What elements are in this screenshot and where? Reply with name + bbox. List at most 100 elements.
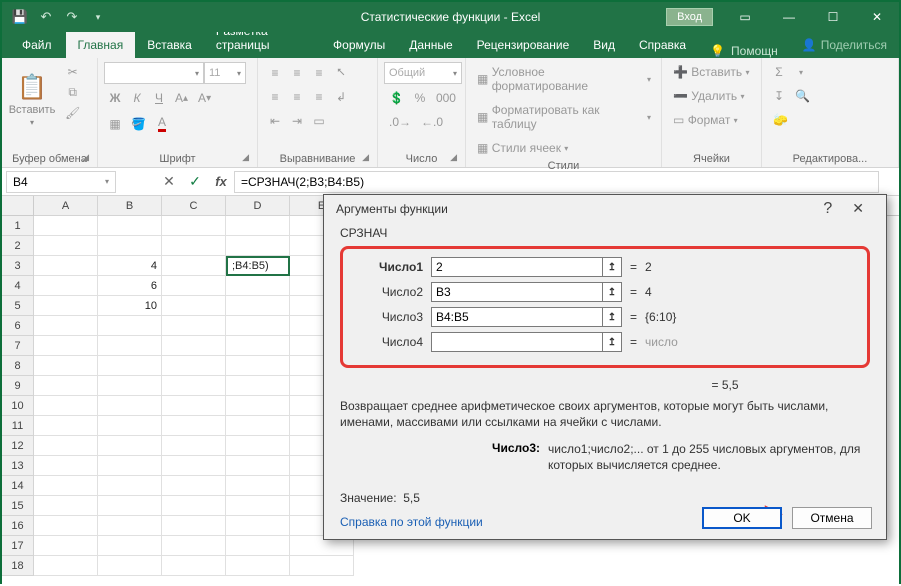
row-header[interactable]: 13 xyxy=(2,456,34,476)
cell[interactable] xyxy=(98,416,162,436)
cell[interactable] xyxy=(226,316,290,336)
select-all-corner[interactable] xyxy=(2,196,34,216)
cell[interactable] xyxy=(162,256,226,276)
cell[interactable] xyxy=(98,476,162,496)
cell[interactable] xyxy=(162,376,226,396)
indent-dec-icon[interactable]: ⇤ xyxy=(264,111,286,131)
row-header[interactable]: 9 xyxy=(2,376,34,396)
cell[interactable] xyxy=(34,256,98,276)
cell-B4[interactable]: 6 xyxy=(98,276,162,296)
cell[interactable] xyxy=(162,436,226,456)
cut-icon[interactable]: ✂ xyxy=(60,62,85,82)
cell[interactable] xyxy=(34,376,98,396)
ribbon-options-icon[interactable]: ▭ xyxy=(723,2,767,32)
cell[interactable] xyxy=(34,396,98,416)
cell[interactable] xyxy=(162,356,226,376)
cell[interactable] xyxy=(162,416,226,436)
tab-file[interactable]: Файл xyxy=(8,32,66,58)
cell[interactable] xyxy=(98,396,162,416)
cell[interactable] xyxy=(34,496,98,516)
align-left-icon[interactable]: ≡ xyxy=(264,87,286,107)
cell[interactable] xyxy=(98,496,162,516)
tab-review[interactable]: Рецензирование xyxy=(465,32,582,58)
cell[interactable] xyxy=(162,396,226,416)
close-icon[interactable]: ✕ xyxy=(855,2,899,32)
fill-color-icon[interactable]: 🪣 xyxy=(126,114,151,134)
cell[interactable] xyxy=(226,456,290,476)
cell[interactable] xyxy=(226,356,290,376)
cell[interactable] xyxy=(34,476,98,496)
clear-icon[interactable]: 🧽 xyxy=(768,110,793,130)
bold-button[interactable]: Ж xyxy=(104,88,126,108)
cell[interactable] xyxy=(34,236,98,256)
insert-cells-button[interactable]: ➕ Вставить ▾ xyxy=(668,62,760,82)
orientation-icon[interactable]: ⭦ xyxy=(330,62,352,83)
row-header[interactable]: 7 xyxy=(2,336,34,356)
cell[interactable] xyxy=(226,476,290,496)
currency-icon[interactable]: 💲 xyxy=(384,88,409,108)
cell[interactable] xyxy=(34,336,98,356)
cell[interactable] xyxy=(162,476,226,496)
col-header[interactable]: A xyxy=(34,196,98,216)
tab-view[interactable]: Вид xyxy=(581,32,627,58)
cell[interactable] xyxy=(98,436,162,456)
dialog-launcher-icon[interactable]: ◢ xyxy=(362,152,369,163)
paste-button[interactable]: 📋 Вставить ▾ xyxy=(8,62,56,138)
align-right-icon[interactable]: ≡ xyxy=(308,87,330,107)
row-header[interactable]: 17 xyxy=(2,536,34,556)
cell[interactable] xyxy=(162,496,226,516)
cell[interactable] xyxy=(226,376,290,396)
signin-button[interactable]: Вход xyxy=(666,8,713,26)
cell[interactable] xyxy=(34,556,98,576)
save-icon[interactable]: 💾 xyxy=(8,5,32,29)
row-header[interactable]: 1 xyxy=(2,216,34,236)
cell[interactable] xyxy=(162,276,226,296)
maximize-icon[interactable]: ☐ xyxy=(811,2,855,32)
cell[interactable] xyxy=(98,556,162,576)
cell[interactable] xyxy=(34,456,98,476)
range-selector-icon[interactable]: ↥ xyxy=(602,332,622,352)
underline-button[interactable]: Ч xyxy=(148,88,170,108)
row-header[interactable]: 4 xyxy=(2,276,34,296)
cell[interactable] xyxy=(98,536,162,556)
ok-button[interactable]: OK xyxy=(702,507,782,529)
arg-input-4[interactable] xyxy=(431,332,603,352)
cell[interactable] xyxy=(162,536,226,556)
cell[interactable] xyxy=(98,316,162,336)
qat-dropdown-icon[interactable]: ▾ xyxy=(86,5,110,29)
tab-formulas[interactable]: Формулы xyxy=(321,32,397,58)
cell[interactable] xyxy=(226,336,290,356)
range-selector-icon[interactable]: ↥ xyxy=(602,307,622,327)
redo-icon[interactable]: ↷ xyxy=(60,5,84,29)
cell[interactable] xyxy=(162,336,226,356)
name-box[interactable]: B4▾ xyxy=(6,171,116,193)
cell-styles-button[interactable]: ▦ Стили ячеек ▾ xyxy=(472,138,656,158)
cell[interactable] xyxy=(98,236,162,256)
formula-bar[interactable]: =СРЗНАЧ(2;B3;B4:B5) xyxy=(234,171,879,193)
cell[interactable] xyxy=(34,316,98,336)
cell[interactable] xyxy=(34,216,98,236)
font-size-combo[interactable]: 11▾ xyxy=(204,62,246,84)
indent-inc-icon[interactable]: ⇥ xyxy=(286,111,308,131)
cell[interactable] xyxy=(226,416,290,436)
find-icon[interactable]: 🔍 xyxy=(790,86,815,106)
cell[interactable] xyxy=(162,216,226,236)
tell-me[interactable]: 💡 Помощн xyxy=(698,44,790,58)
cell[interactable] xyxy=(34,276,98,296)
align-middle-icon[interactable]: ≡ xyxy=(286,63,308,83)
col-header[interactable]: C xyxy=(162,196,226,216)
row-header[interactable]: 6 xyxy=(2,316,34,336)
minimize-icon[interactable]: — xyxy=(767,2,811,32)
cell[interactable] xyxy=(226,296,290,316)
row-header[interactable]: 2 xyxy=(2,236,34,256)
font-name-combo[interactable]: ▾ xyxy=(104,62,204,84)
row-header[interactable]: 8 xyxy=(2,356,34,376)
range-selector-icon[interactable]: ↥ xyxy=(602,282,622,302)
dialog-launcher-icon[interactable]: ◢ xyxy=(82,152,89,163)
tab-data[interactable]: Данные xyxy=(397,32,464,58)
cell[interactable] xyxy=(226,436,290,456)
row-header[interactable]: 18 xyxy=(2,556,34,576)
inc-decimal-icon[interactable]: .0→ xyxy=(384,112,416,132)
cell[interactable] xyxy=(98,456,162,476)
italic-button[interactable]: К xyxy=(126,88,148,108)
